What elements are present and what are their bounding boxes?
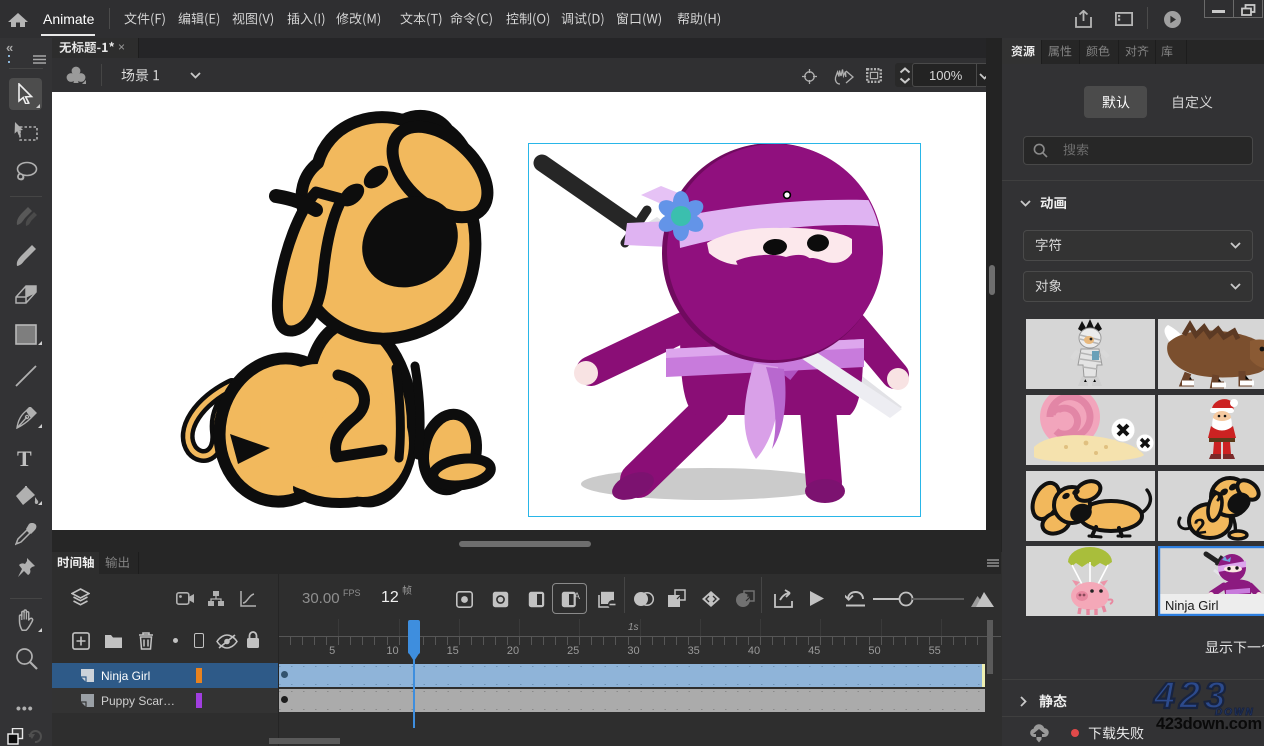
svg-text:Ninja Girl: Ninja Girl [1165, 598, 1219, 613]
svg-text:A: A [574, 591, 580, 601]
svg-text:2: 2 [1192, 513, 1208, 539]
